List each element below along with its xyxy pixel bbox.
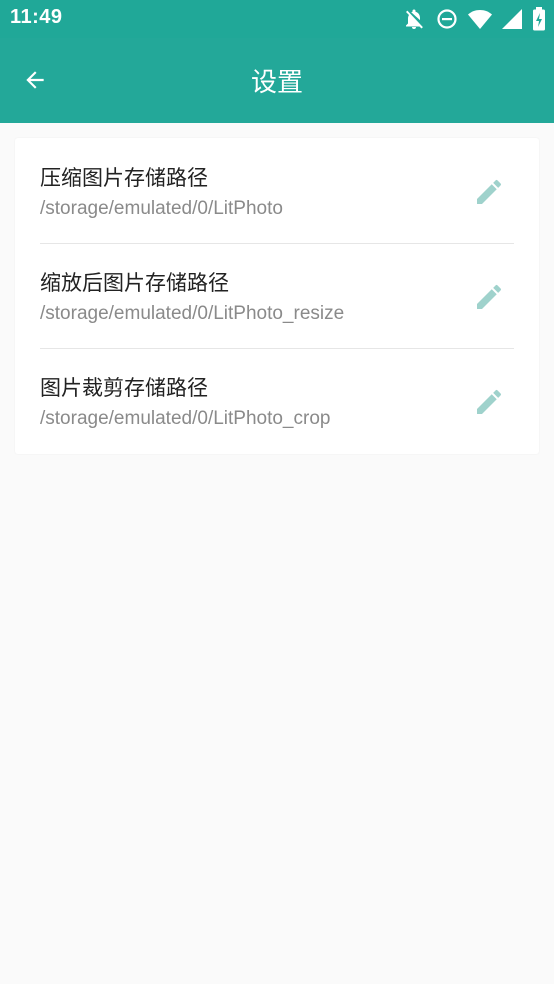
edit-pencil-icon[interactable] [473,386,505,418]
status-time: 11:49 [10,6,63,28]
setting-path: /storage/emulated/0/LitPhoto_crop [40,408,331,429]
app-bar: 设置 [0,38,554,123]
setting-resize-path[interactable]: 缩放后图片存储路径 /storage/emulated/0/LitPhoto_r… [15,243,539,348]
edit-pencil-icon[interactable] [473,281,505,313]
notifications-off-icon [402,7,426,31]
setting-compressed-path[interactable]: 压缩图片存储路径 /storage/emulated/0/LitPhoto [15,138,539,243]
setting-path: /storage/emulated/0/LitPhoto_resize [40,303,345,324]
setting-title: 压缩图片存储路径 [40,166,208,190]
setting-crop-path[interactable]: 图片裁剪存储路径 /storage/emulated/0/LitPhoto_cr… [15,348,539,453]
settings-card: 压缩图片存储路径 /storage/emulated/0/LitPhoto 缩放… [15,138,539,454]
page-title: 设置 [250,68,303,98]
edit-pencil-icon[interactable] [473,176,505,208]
cellular-signal-icon [502,9,522,29]
status-bar: 11:49 [0,0,554,38]
setting-title: 缩放后图片存储路径 [40,271,229,295]
wifi-icon [468,8,492,30]
status-icons [402,6,546,32]
do-not-disturb-icon [436,8,458,30]
setting-path: /storage/emulated/0/LitPhoto [40,198,283,219]
battery-charging-icon [532,7,546,31]
setting-title: 图片裁剪存储路径 [40,376,208,400]
